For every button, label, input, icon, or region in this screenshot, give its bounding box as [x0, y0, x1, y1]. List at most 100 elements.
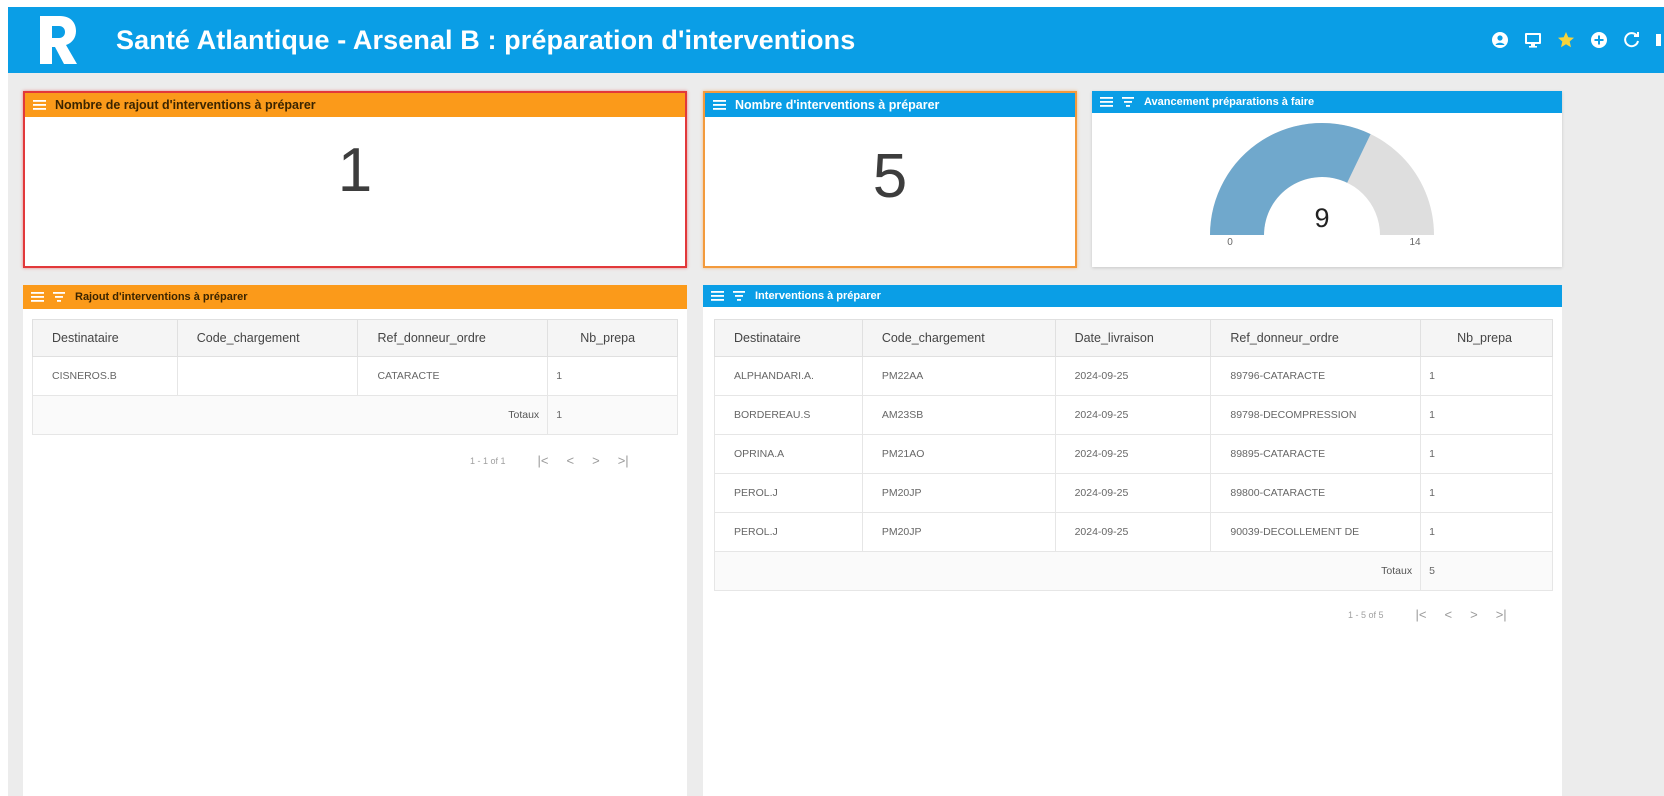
column-header[interactable]: Code_chargement — [176, 319, 359, 357]
table-row[interactable]: CISNEROS.B CATARACTE 1 — [32, 356, 678, 396]
user-circle-icon[interactable] — [1491, 31, 1509, 49]
gauge-value-label: 9 — [1314, 203, 1329, 233]
pager-next-button[interactable]: > — [592, 453, 600, 468]
table-cell: 1 — [1420, 356, 1553, 396]
filter-icon[interactable] — [53, 292, 65, 302]
table-row[interactable]: OPRINA.A PM21AO 2024-09-25 89895-CATARAC… — [714, 434, 1553, 474]
pager-info: 1 - 1 of 1 — [470, 455, 506, 466]
pager-prev-button[interactable]: < — [1445, 607, 1453, 622]
table-cell — [176, 356, 359, 396]
table-cell: 1 — [1420, 395, 1553, 435]
table-cell: 2024-09-25 — [1054, 512, 1212, 552]
table-cell: AM23SB — [861, 395, 1056, 435]
column-header[interactable]: Date_livraison — [1054, 319, 1212, 357]
pager-info: 1 - 5 of 5 — [1348, 609, 1384, 620]
interventions-table-panel: Interventions à préparer Destinataire Co… — [703, 285, 1562, 796]
table-cell: 1 — [547, 356, 678, 396]
column-header[interactable]: Nb_prepa — [1420, 319, 1553, 357]
filter-icon[interactable] — [733, 291, 745, 301]
rajout-table-header: Rajout d'interventions à préparer — [23, 285, 687, 309]
kpi-interventions-value: 5 — [872, 142, 908, 211]
kpi-interventions-panel: Nombre d'interventions à préparer 5 — [703, 91, 1077, 268]
rajout-table-panel: Rajout d'interventions à préparer Destin… — [23, 285, 687, 796]
table-cell: 89800-CATARACTE — [1210, 473, 1422, 513]
star-icon[interactable] — [1557, 31, 1575, 49]
column-header[interactable]: Destinataire — [714, 319, 863, 357]
table-cell: 89798-DECOMPRESSION — [1210, 395, 1422, 435]
column-header[interactable]: Ref_donneur_ordre — [1210, 319, 1422, 357]
menu-icon[interactable] — [31, 292, 44, 302]
column-header[interactable]: Destinataire — [32, 319, 178, 357]
kpi-rajout-value: 1 — [337, 136, 373, 205]
totals-label: Totaux — [31, 395, 549, 435]
table-cell: 2024-09-25 — [1054, 473, 1212, 513]
header-toolbar — [1491, 7, 1664, 73]
gauge-min-label: 0 — [1227, 237, 1233, 248]
kpi-interventions-title: Nombre d'interventions à préparer — [735, 98, 940, 112]
menu-icon[interactable] — [33, 100, 46, 110]
pager-last-button[interactable]: >| — [1496, 607, 1507, 622]
gauge-chart: 9 0 14 — [1092, 119, 1562, 269]
table-cell: 2024-09-25 — [1054, 395, 1212, 435]
gauge-header: Avancement préparations à faire — [1092, 91, 1562, 113]
interventions-table-header: Interventions à préparer — [703, 285, 1562, 307]
kpi-rajout-header: Nombre de rajout d'interventions à prépa… — [25, 93, 685, 117]
table-cell: CISNEROS.B — [32, 356, 178, 396]
pager-prev-button[interactable]: < — [567, 453, 575, 468]
pager-next-button[interactable]: > — [1470, 607, 1478, 622]
table-header-row: Destinataire Code_chargement Ref_donneur… — [32, 319, 678, 357]
gauge-max-label: 14 — [1409, 237, 1421, 248]
menu-icon[interactable] — [1100, 97, 1113, 107]
gauge-panel: Avancement préparations à faire 9 0 14 — [1092, 91, 1562, 267]
rajout-table: Destinataire Code_chargement Ref_donneur… — [31, 319, 678, 435]
gauge-title: Avancement préparations à faire — [1144, 96, 1315, 108]
page-title: Santé Atlantique - Arsenal B : préparati… — [116, 24, 856, 55]
pager-last-button[interactable]: >| — [618, 453, 629, 468]
frame-left — [0, 0, 8, 796]
table-row[interactable]: BORDEREAU.S AM23SB 2024-09-25 89798-DECO… — [714, 395, 1553, 435]
table-cell: CATARACTE — [357, 356, 549, 396]
totals-row: Totaux 1 — [31, 395, 678, 435]
menu-icon[interactable] — [711, 291, 724, 301]
column-header[interactable]: Nb_prepa — [547, 319, 678, 357]
table-cell: OPRINA.A — [714, 434, 863, 474]
totals-label: Totaux — [713, 551, 1422, 591]
table-row[interactable]: PEROL.J PM20JP 2024-09-25 90039-DECOLLEM… — [714, 512, 1553, 552]
table-header-row: Destinataire Code_chargement Date_livrai… — [714, 319, 1553, 357]
totals-value: 1 — [547, 395, 678, 435]
table-cell: ALPHANDARI.A. — [714, 356, 863, 396]
kpi-rajout-title: Nombre de rajout d'interventions à prépa… — [55, 98, 316, 112]
interventions-table-title: Interventions à préparer — [755, 290, 881, 302]
gauge-fill — [1210, 123, 1371, 235]
table-cell: 1 — [1420, 473, 1553, 513]
table-cell: 2024-09-25 — [1054, 356, 1212, 396]
app-logo[interactable] — [36, 14, 80, 66]
overflow-icon[interactable] — [1656, 31, 1662, 49]
menu-icon[interactable] — [713, 100, 726, 110]
table-cell: BORDEREAU.S — [714, 395, 863, 435]
interventions-pager: 1 - 5 of 5 |< < > >| — [1348, 607, 1507, 622]
table-cell: 2024-09-25 — [1054, 434, 1212, 474]
table-cell: PEROL.J — [714, 473, 863, 513]
table-row[interactable]: ALPHANDARI.A. PM22AA 2024-09-25 89796-CA… — [714, 356, 1553, 396]
monitor-icon[interactable] — [1524, 31, 1542, 49]
refresh-icon[interactable] — [1623, 31, 1641, 49]
kpi-rajout-panel: Nombre de rajout d'interventions à prépa… — [23, 91, 687, 268]
filter-icon[interactable] — [1122, 97, 1134, 107]
rajout-table-title: Rajout d'interventions à préparer — [75, 291, 248, 303]
table-row[interactable]: PEROL.J PM20JP 2024-09-25 89800-CATARACT… — [714, 473, 1553, 513]
plus-circle-icon[interactable] — [1590, 31, 1608, 49]
table-cell: PM20JP — [861, 512, 1056, 552]
pager-first-button[interactable]: |< — [1416, 607, 1427, 622]
app-header: Santé Atlantique - Arsenal B : préparati… — [8, 7, 1664, 73]
rajout-pager: 1 - 1 of 1 |< < > >| — [470, 453, 629, 468]
table-cell: 89895-CATARACTE — [1210, 434, 1422, 474]
table-cell: 1 — [1420, 512, 1553, 552]
column-header[interactable]: Ref_donneur_ordre — [357, 319, 549, 357]
column-header[interactable]: Code_chargement — [861, 319, 1056, 357]
table-cell: PM22AA — [861, 356, 1056, 396]
pager-first-button[interactable]: |< — [538, 453, 549, 468]
kpi-interventions-header: Nombre d'interventions à préparer — [705, 93, 1075, 117]
table-cell: 89796-CATARACTE — [1210, 356, 1422, 396]
totals-value: 5 — [1420, 551, 1553, 591]
